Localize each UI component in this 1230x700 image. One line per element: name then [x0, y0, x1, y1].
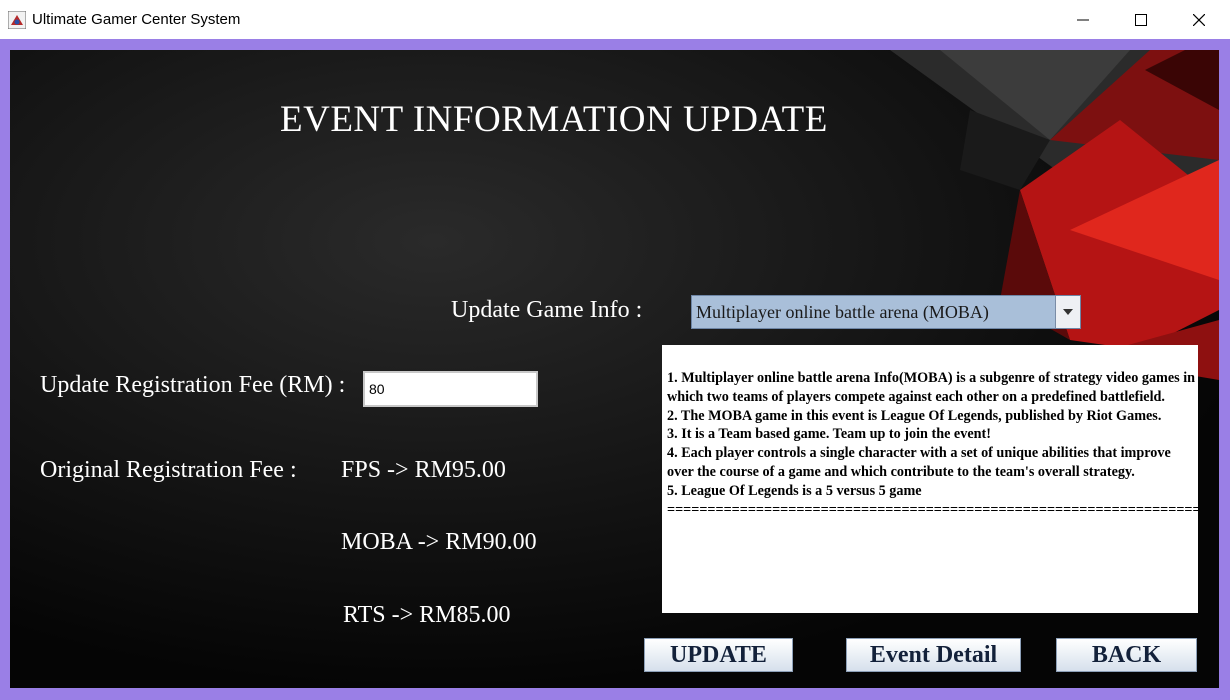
- back-button[interactable]: BACK: [1056, 638, 1197, 672]
- original-fee-label: Original Registration Fee :: [40, 457, 297, 483]
- chevron-down-icon: [1063, 309, 1073, 315]
- app-icon: [8, 11, 26, 29]
- minimize-button[interactable]: [1054, 0, 1112, 39]
- title-bar: Ultimate Gamer Center System: [0, 0, 1230, 40]
- minimize-icon: [1077, 19, 1089, 20]
- maximize-icon: [1135, 13, 1147, 26]
- close-button[interactable]: [1170, 0, 1228, 39]
- close-icon: [1193, 13, 1205, 26]
- game-type-select[interactable]: Multiplayer online battle arena (MOBA): [691, 295, 1081, 329]
- game-info-label: Update Game Info :: [451, 297, 643, 323]
- update-button[interactable]: UPDATE: [644, 638, 793, 672]
- moba-fee-text: MOBA -> RM90.00: [341, 529, 537, 555]
- dropdown-button[interactable]: [1055, 296, 1080, 328]
- maximize-button[interactable]: [1112, 0, 1170, 39]
- event-detail-button[interactable]: Event Detail: [846, 638, 1021, 672]
- page-title: EVENT INFORMATION UPDATE: [280, 99, 828, 140]
- window-title: Ultimate Gamer Center System: [32, 11, 241, 28]
- fps-fee-text: FPS -> RM95.00: [341, 457, 506, 483]
- game-info-textarea[interactable]: 1. Multiplayer online battle arena Info(…: [662, 345, 1198, 613]
- event-update-panel: EVENT INFORMATION UPDATE Update Game Inf…: [10, 50, 1219, 688]
- game-type-selected: Multiplayer online battle arena (MOBA): [696, 302, 989, 322]
- registration-fee-input[interactable]: [363, 371, 538, 407]
- registration-fee-label: Update Registration Fee (RM) :: [40, 372, 346, 398]
- rts-fee-text: RTS -> RM85.00: [343, 602, 511, 628]
